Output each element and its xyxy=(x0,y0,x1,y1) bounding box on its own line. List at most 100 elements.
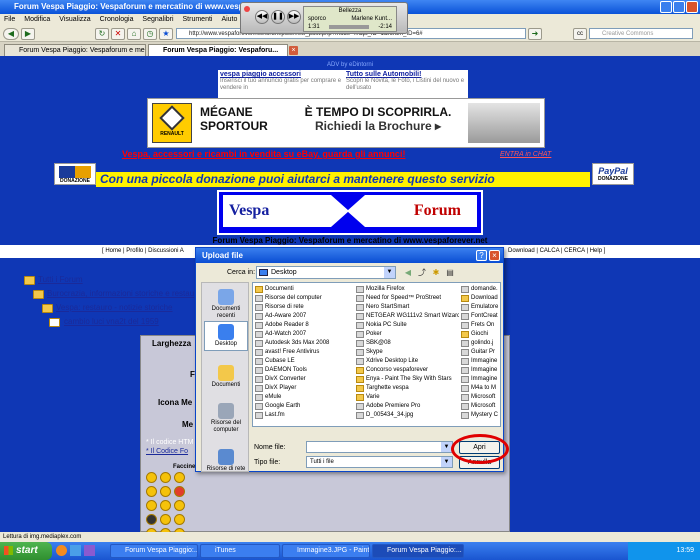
file-item[interactable]: Risorse di rete xyxy=(254,303,354,312)
file-item[interactable]: Immagine xyxy=(460,357,500,366)
tree-topic[interactable]: cambio luci vna2t del 1959 xyxy=(64,317,195,326)
smiley-icon[interactable] xyxy=(174,472,185,483)
file-item[interactable]: Microsoft xyxy=(460,393,500,402)
up-folder-icon[interactable]: ⤴ xyxy=(416,266,428,279)
ad-1-title[interactable]: vespa piaggio accessori xyxy=(220,71,342,78)
file-item[interactable]: Targhette vespa xyxy=(355,384,459,393)
taskbar-item-paint[interactable]: Immagine3.JPG - Paint xyxy=(282,544,370,558)
tree-burocrazia[interactable]: Burocrazia, informazioni storiche e rest… xyxy=(47,289,195,298)
file-item[interactable]: Immagine xyxy=(460,366,500,375)
file-item[interactable]: M4a to M xyxy=(460,384,500,393)
go-button[interactable]: ➜ xyxy=(528,28,542,40)
smiley-icon[interactable] xyxy=(146,486,157,497)
tab-close-icon[interactable]: × xyxy=(289,46,298,55)
forum-nav-links-right[interactable]: Download | CALCA | CERCA | Help ] xyxy=(508,245,605,258)
smiley-icon[interactable] xyxy=(174,486,185,497)
chevron-down-icon[interactable]: ▼ xyxy=(384,267,395,278)
dialog-close-button[interactable]: × xyxy=(489,250,500,261)
reload-icon[interactable]: ↻ xyxy=(95,28,109,40)
place-documents[interactable]: Documenti xyxy=(204,363,248,389)
quicklaunch-icon[interactable] xyxy=(70,545,81,556)
file-item[interactable]: D_005434_34.jpg xyxy=(355,411,459,420)
smiley-icon[interactable] xyxy=(160,472,171,483)
file-item[interactable]: Xdrive Desktop Lite xyxy=(355,357,459,366)
menu-cronologia[interactable]: Cronologia xyxy=(100,16,134,23)
file-item[interactable]: eMule xyxy=(254,393,354,402)
file-item[interactable]: NETGEAR WG111v2 Smart Wizard xyxy=(355,312,459,321)
view-menu-icon[interactable]: ▤ xyxy=(444,266,456,279)
file-item[interactable]: Giochi xyxy=(460,330,500,339)
place-recent[interactable]: Documenti recenti xyxy=(204,287,248,320)
file-item[interactable]: Enya - Paint The Sky With Stars xyxy=(355,375,459,384)
menu-modifica[interactable]: Modifica xyxy=(24,16,50,23)
file-item[interactable]: Autodesk 3ds Max 2008 xyxy=(254,339,354,348)
smiley-icon[interactable] xyxy=(160,486,171,497)
ad-1[interactable]: vespa piaggio accessori Inserisci il tuo… xyxy=(220,71,342,92)
file-item[interactable]: golindo.j xyxy=(460,339,500,348)
stop-icon[interactable]: ✕ xyxy=(111,28,125,40)
forum-nav-links-left[interactable]: [ Home | Profilo | Discussioni A xyxy=(102,245,184,258)
place-desktop[interactable]: Desktop xyxy=(204,321,248,351)
taskbar-item-forum-1[interactable]: Forum Vespa Piaggio:... xyxy=(110,544,198,558)
search-input[interactable]: Creative Commons xyxy=(589,28,693,39)
file-item[interactable]: Nero StartSmart xyxy=(355,303,459,312)
file-item[interactable]: Immagine xyxy=(460,375,500,384)
file-item[interactable]: DivX Player xyxy=(254,384,354,393)
tree-all-forums[interactable]: Tutti i Forum xyxy=(38,275,83,284)
menu-segnalibri[interactable]: Segnalibri xyxy=(142,16,173,23)
tab-forum-1[interactable]: Forum Vespa Piaggio: Vespaforum e me... xyxy=(4,44,146,56)
back-nav-icon[interactable]: ◀ xyxy=(402,266,414,279)
next-track-button[interactable]: ▶▶ xyxy=(287,10,301,24)
file-item[interactable]: Download xyxy=(460,294,500,303)
smiley-icon[interactable] xyxy=(160,514,171,525)
file-item[interactable]: Mozilla Firefox xyxy=(355,285,459,294)
taskbar-item-forum-2[interactable]: Forum Vespa Piaggio:... xyxy=(372,544,464,558)
donation-banner[interactable]: Con una piccola donazione puoi aiutarci … xyxy=(96,172,590,187)
renault-banner[interactable]: RENAULT MÉGANE SPORTOUR È TEMPO DI SCOPR… xyxy=(147,98,545,148)
help-button[interactable]: ? xyxy=(476,250,487,261)
menu-strumenti[interactable]: Strumenti xyxy=(183,16,213,23)
vespa-forum-logo[interactable]: Vespa Forum xyxy=(217,190,483,235)
file-item[interactable]: Skype xyxy=(355,348,459,357)
smiley-icon[interactable] xyxy=(174,500,185,511)
file-item[interactable]: Cubase LE xyxy=(254,357,354,366)
file-item[interactable]: Adobe Reader 8 xyxy=(254,321,354,330)
maximize-button[interactable] xyxy=(673,1,685,13)
start-button[interactable]: start xyxy=(0,542,52,560)
paypal-logo[interactable]: PayPal DONAZIONE xyxy=(592,163,634,185)
file-item[interactable]: DAEMON Tools xyxy=(254,366,354,375)
chevron-down-icon[interactable]: ▼ xyxy=(441,457,452,467)
tree-vespa-restauro[interactable]: Vespa: restauro - notizie storiche xyxy=(56,303,195,312)
new-folder-icon[interactable]: ✱ xyxy=(430,266,442,279)
back-button[interactable]: ◀ xyxy=(3,28,19,40)
minimize-button[interactable] xyxy=(660,1,672,13)
file-item[interactable]: Mystery C xyxy=(460,411,500,420)
filetype-select[interactable]: Tutti i file ▼ xyxy=(306,456,453,468)
file-item[interactable]: FontCreat xyxy=(460,312,500,321)
chat-link[interactable]: ENTRA in CHAT xyxy=(500,151,551,158)
ad-2-title[interactable]: Tutto sulle Automobili! xyxy=(346,71,466,78)
menu-file[interactable]: File xyxy=(4,16,15,23)
home-icon[interactable]: ⌂ xyxy=(127,28,141,40)
file-item[interactable]: Last.fm xyxy=(254,411,354,420)
history-icon[interactable]: ◷ xyxy=(143,28,157,40)
file-item[interactable]: SBK@08 xyxy=(355,339,459,348)
place-network[interactable]: Risorse di rete xyxy=(204,447,248,473)
close-button[interactable] xyxy=(686,1,698,13)
file-item[interactable]: Documenti xyxy=(254,285,354,294)
file-item[interactable]: Ad-Aware 2007 xyxy=(254,312,354,321)
smiley-icon[interactable] xyxy=(146,514,157,525)
file-item[interactable]: Need for Speed™ ProStreet xyxy=(355,294,459,303)
quicklaunch-icon[interactable] xyxy=(84,545,95,556)
smiley-icon[interactable] xyxy=(174,514,185,525)
file-item[interactable]: Risorse del computer xyxy=(254,294,354,303)
file-item[interactable]: DivX Converter xyxy=(254,375,354,384)
cc-icon[interactable]: cc xyxy=(573,28,587,40)
filename-input[interactable]: ▼ xyxy=(306,441,453,453)
progress-bar[interactable] xyxy=(329,25,369,29)
file-item[interactable]: Concorso vespaforever xyxy=(355,366,459,375)
file-item[interactable]: Microsoft xyxy=(460,402,500,411)
file-item[interactable]: Guitar Pr xyxy=(460,348,500,357)
lookin-select[interactable]: Desktop ▼ xyxy=(256,266,396,279)
ad-2[interactable]: Tutto sulle Automobili! Scopri le Novità… xyxy=(346,71,466,92)
